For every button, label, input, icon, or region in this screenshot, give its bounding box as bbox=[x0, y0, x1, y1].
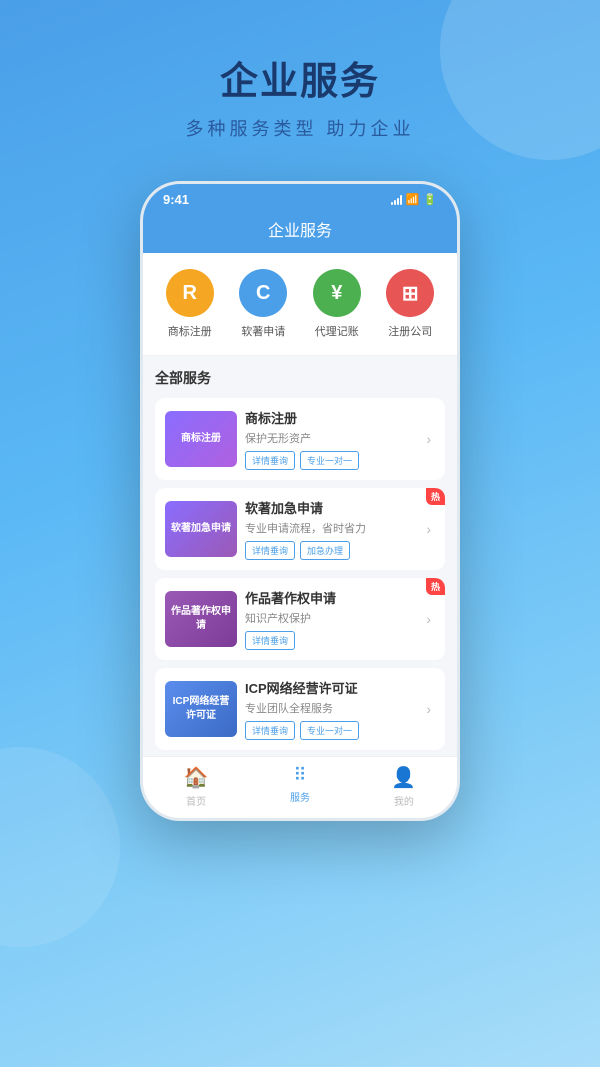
nav-label-agent: 代理记账 bbox=[315, 323, 359, 339]
tab-icon-home: 🏠 bbox=[184, 765, 209, 790]
nav-item-trademark[interactable]: R 商标注册 bbox=[166, 269, 214, 339]
battery-icon: 🔋 bbox=[423, 193, 437, 206]
bg-decoration-circle-bl bbox=[0, 747, 120, 947]
service-tags-trademark: 详情垂询 专业一对一 bbox=[245, 451, 418, 470]
nav-item-software[interactable]: C 软著申请 bbox=[239, 269, 287, 339]
service-thumb-trademark: 商标注册 bbox=[165, 411, 237, 467]
service-thumb-icp: ICP网络经营许可证 bbox=[165, 681, 237, 737]
service-desc-trademark: 保护无形资产 bbox=[245, 430, 418, 446]
nav-label-trademark: 商标注册 bbox=[168, 323, 212, 339]
service-desc-software: 专业申请流程，省时省力 bbox=[245, 520, 418, 536]
service-name-trademark: 商标注册 bbox=[245, 408, 418, 427]
tab-icon-mine: 👤 bbox=[391, 765, 416, 790]
status-bar: 9:41 📶 🔋 bbox=[143, 184, 457, 211]
service-tags-software: 详情垂询 加急办理 bbox=[245, 541, 418, 560]
tag-detail-3[interactable]: 详情垂询 bbox=[245, 721, 295, 740]
tab-bar: 🏠 首页 ⠿ 服务 👤 我的 bbox=[143, 756, 457, 818]
tag-detail-2[interactable]: 详情垂询 bbox=[245, 631, 295, 650]
nav-icon-register: ⊞ bbox=[386, 269, 434, 317]
service-name-icp: ICP网络经营许可证 bbox=[245, 678, 418, 697]
service-tags-icp: 详情垂询 专业一对一 bbox=[245, 721, 418, 740]
phone-wrapper: 9:41 📶 🔋 企业服务 R 商标注册 C bbox=[140, 181, 460, 821]
signal-icon bbox=[391, 195, 402, 205]
tag-expert-0[interactable]: 专业一对一 bbox=[300, 451, 359, 470]
tab-label-service: 服务 bbox=[290, 789, 310, 804]
service-name-copyright: 作品著作权申请 bbox=[245, 588, 418, 607]
service-desc-icp: 专业团队全程服务 bbox=[245, 700, 418, 716]
service-item-software[interactable]: 热 软著加急申请 软著加急申请 专业申请流程，省时省力 详情垂询 加急办理 › bbox=[155, 488, 445, 570]
header-area: 企业服务 多种服务类型 助力企业 bbox=[0, 0, 600, 171]
quick-nav: R 商标注册 C 软著申请 ¥ 代理记账 ⊞ 注册公司 bbox=[143, 253, 457, 356]
nav-icon-software: C bbox=[239, 269, 287, 317]
status-icons: 📶 🔋 bbox=[391, 193, 437, 206]
nav-item-agent[interactable]: ¥ 代理记账 bbox=[313, 269, 361, 339]
tab-service[interactable]: ⠿ 服务 bbox=[290, 765, 310, 808]
content-area: 全部服务 商标注册 商标注册 保护无形资产 详情垂询 专业一对一 › 热 软著加… bbox=[143, 356, 457, 756]
nav-icon-agent: ¥ bbox=[313, 269, 361, 317]
status-time: 9:41 bbox=[163, 192, 189, 207]
hot-badge-copyright: 热 bbox=[426, 578, 445, 595]
tab-icon-service: ⠿ bbox=[293, 765, 306, 786]
service-desc-copyright: 知识产权保护 bbox=[245, 610, 418, 626]
phone-header-title: 企业服务 bbox=[268, 223, 332, 240]
tab-label-home: 首页 bbox=[186, 793, 206, 808]
service-item-copyright[interactable]: 热 作品著作权申请 作品著作权申请 知识产权保护 详情垂询 › bbox=[155, 578, 445, 660]
nav-label-software: 软著申请 bbox=[241, 323, 285, 339]
nav-item-register[interactable]: ⊞ 注册公司 bbox=[386, 269, 434, 339]
tag-urgent-1[interactable]: 加急办理 bbox=[300, 541, 350, 560]
chevron-copyright: › bbox=[426, 611, 431, 627]
service-item-trademark[interactable]: 商标注册 商标注册 保护无形资产 详情垂询 专业一对一 › bbox=[155, 398, 445, 480]
tag-detail-0[interactable]: 详情垂询 bbox=[245, 451, 295, 470]
service-name-software: 软著加急申请 bbox=[245, 498, 418, 517]
service-info-icp: ICP网络经营许可证 专业团队全程服务 详情垂询 专业一对一 bbox=[237, 678, 426, 740]
service-thumb-software: 软著加急申请 bbox=[165, 501, 237, 557]
tab-home[interactable]: 🏠 首页 bbox=[184, 765, 209, 808]
service-info-software: 软著加急申请 专业申请流程，省时省力 详情垂询 加急办理 bbox=[237, 498, 426, 560]
tab-mine[interactable]: 👤 我的 bbox=[391, 765, 416, 808]
phone-frame: 9:41 📶 🔋 企业服务 R 商标注册 C bbox=[140, 181, 460, 821]
phone-header: 企业服务 bbox=[143, 211, 457, 253]
hot-badge-software: 热 bbox=[426, 488, 445, 505]
main-title: 企业服务 bbox=[0, 50, 600, 105]
section-title: 全部服务 bbox=[155, 368, 445, 388]
chevron-trademark: › bbox=[426, 431, 431, 447]
service-info-trademark: 商标注册 保护无形资产 详情垂询 专业一对一 bbox=[237, 408, 426, 470]
service-thumb-copyright: 作品著作权申请 bbox=[165, 591, 237, 647]
nav-label-register: 注册公司 bbox=[388, 323, 432, 339]
sub-title: 多种服务类型 助力企业 bbox=[0, 115, 600, 141]
tab-label-mine: 我的 bbox=[394, 793, 414, 808]
nav-icon-trademark: R bbox=[166, 269, 214, 317]
service-info-copyright: 作品著作权申请 知识产权保护 详情垂询 bbox=[237, 588, 426, 650]
chevron-software: › bbox=[426, 521, 431, 537]
chevron-icp: › bbox=[426, 701, 431, 717]
service-item-icp[interactable]: ICP网络经营许可证 ICP网络经营许可证 专业团队全程服务 详情垂询 专业一对… bbox=[155, 668, 445, 750]
tag-expert-3[interactable]: 专业一对一 bbox=[300, 721, 359, 740]
tag-detail-1[interactable]: 详情垂询 bbox=[245, 541, 295, 560]
wifi-icon: 📶 bbox=[406, 193, 420, 206]
service-tags-copyright: 详情垂询 bbox=[245, 631, 418, 650]
